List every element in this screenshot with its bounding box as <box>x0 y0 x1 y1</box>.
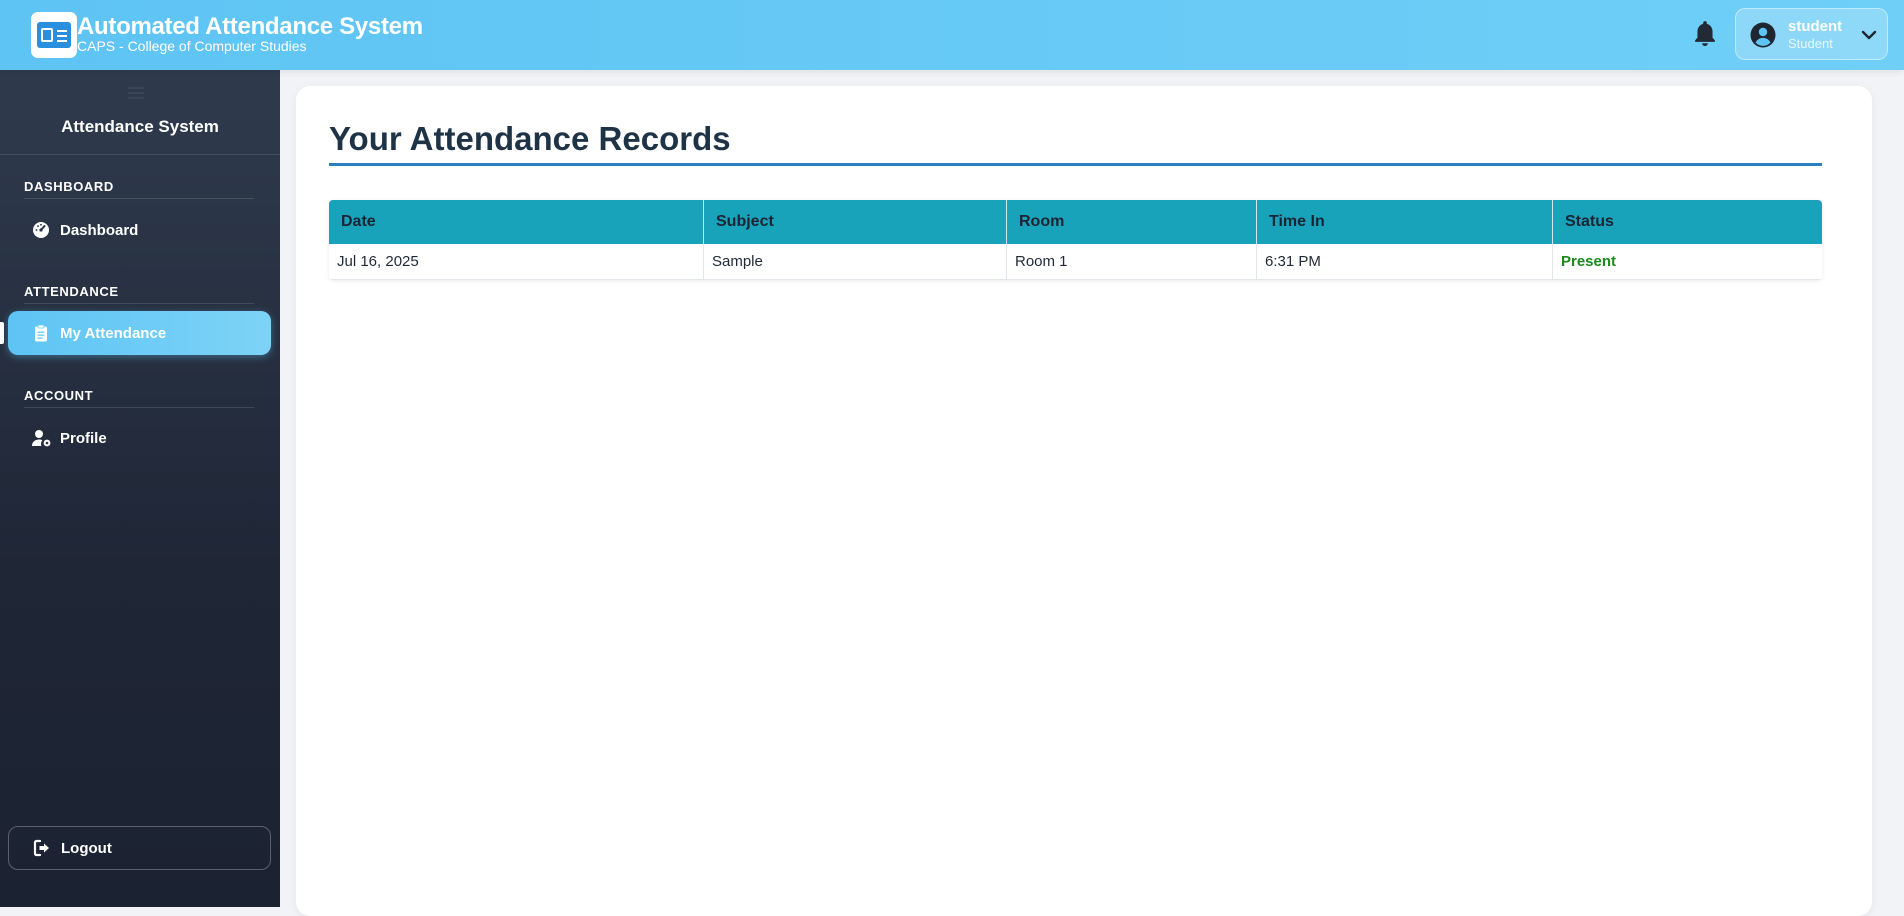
cell-room: Room 1 <box>1007 244 1257 280</box>
gauge-icon <box>32 221 50 239</box>
bell-icon[interactable] <box>1692 20 1718 48</box>
id-card-icon <box>31 12 77 58</box>
user-gear-icon <box>32 429 51 447</box>
cell-time-in: 6:31 PM <box>1257 244 1553 280</box>
divider <box>0 154 280 155</box>
sidebar-item-my-attendance[interactable]: My Attendance <box>8 311 271 355</box>
table-header-row: Date Subject Room Time In Status <box>329 200 1822 244</box>
sign-out-icon <box>33 839 51 857</box>
status-badge: Present <box>1561 253 1617 270</box>
cell-subject: Sample <box>704 244 1007 280</box>
sidebar: Attendance System DASHBOARD Dashboard AT… <box>0 70 280 907</box>
user-menu[interactable]: student Student <box>1735 8 1888 60</box>
menu-toggle-icon[interactable] <box>128 86 144 99</box>
active-indicator <box>0 322 4 344</box>
sidebar-item-dashboard[interactable]: Dashboard <box>8 208 271 252</box>
section-label-account: ACCOUNT <box>24 388 94 403</box>
logout-button[interactable]: Logout <box>8 826 271 870</box>
divider <box>24 303 254 304</box>
section-label-attendance: ATTENDANCE <box>24 284 119 299</box>
cell-date: Jul 16, 2025 <box>329 244 704 280</box>
column-header-date: Date <box>329 200 704 244</box>
cell-status: Present <box>1553 244 1822 280</box>
user-name: student <box>1788 18 1843 35</box>
user-circle-icon <box>1750 22 1776 48</box>
brand: Automated Attendance System CAPS - Colle… <box>77 13 423 55</box>
page-title: Your Attendance Records <box>329 120 731 157</box>
divider <box>24 198 254 199</box>
sidebar-item-profile[interactable]: Profile <box>8 416 271 460</box>
app-title: Automated Attendance System <box>77 13 423 40</box>
table-row: Jul 16, 2025 Sample Room 1 6:31 PM Prese… <box>329 244 1822 280</box>
divider <box>24 407 254 408</box>
top-bar: Automated Attendance System CAPS - Colle… <box>0 0 1904 70</box>
column-header-time-in: Time In <box>1257 200 1553 244</box>
logout-label: Logout <box>61 839 112 857</box>
sidebar-item-label: My Attendance <box>60 324 167 342</box>
sidebar-item-label: Profile <box>60 429 107 447</box>
column-header-subject: Subject <box>704 200 1007 244</box>
sidebar-title: Attendance System <box>61 117 219 136</box>
column-header-room: Room <box>1007 200 1257 244</box>
clipboard-list-icon <box>32 324 50 342</box>
title-underline <box>329 163 1822 166</box>
attendance-table: Date Subject Room Time In Status Jul 16,… <box>329 200 1822 280</box>
chevron-down-icon[interactable] <box>1860 26 1878 44</box>
app-subtitle: CAPS - College of Computer Studies <box>77 38 307 54</box>
main-content: Your Attendance Records Date Subject Roo… <box>296 86 1872 916</box>
sidebar-item-label: Dashboard <box>60 221 139 239</box>
section-label-dashboard: DASHBOARD <box>24 179 114 194</box>
user-role: Student <box>1788 36 1833 51</box>
column-header-status: Status <box>1553 200 1822 244</box>
